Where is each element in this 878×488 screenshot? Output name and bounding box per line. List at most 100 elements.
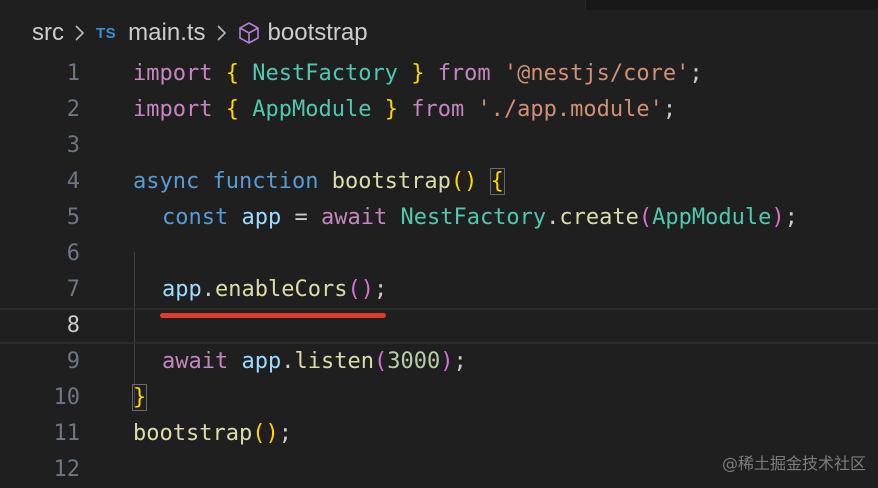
code-token: ) xyxy=(771,205,785,230)
code-token: ) xyxy=(440,349,454,374)
code-token: { xyxy=(225,61,239,86)
code-token: from xyxy=(437,61,491,86)
typescript-file-icon: TS xyxy=(96,24,117,42)
code-token: NestFactory xyxy=(400,205,547,230)
code-line[interactable]: 3 xyxy=(0,128,878,164)
code-token: './app.module' xyxy=(477,97,663,122)
code-token: ; xyxy=(689,61,703,86)
code-token: { xyxy=(489,168,505,195)
code-token: () xyxy=(347,277,374,302)
line-number: 11 xyxy=(53,421,81,446)
code-token: await xyxy=(320,205,388,230)
line-number: 9 xyxy=(66,349,80,374)
code-token: } xyxy=(411,61,425,86)
chevron-right-icon xyxy=(74,24,86,42)
line-number: 6 xyxy=(66,241,80,266)
chevron-right-icon xyxy=(216,24,228,42)
breadcrumb-file-main-ts[interactable]: TS main.ts xyxy=(96,19,206,47)
watermark: @稀土掘金技术社区 xyxy=(721,454,866,473)
breadcrumb: src TS main.ts bootstrap xyxy=(0,10,878,56)
code-line[interactable]: 5 const app = await NestFactory.create(Ap… xyxy=(0,200,878,236)
code-line[interactable]: 11 bootstrap(); xyxy=(0,416,878,452)
code-token: async xyxy=(133,169,200,194)
breadcrumb-symbol-bootstrap[interactable]: bootstrap xyxy=(238,19,368,47)
code-text[interactable]: bootstrap(); xyxy=(133,416,292,452)
line-number: 3 xyxy=(66,133,80,158)
code-token: from xyxy=(411,97,465,122)
line-number: 12 xyxy=(53,457,81,482)
code-text[interactable]: } xyxy=(131,380,148,416)
code-token: const xyxy=(162,205,229,230)
code-token: } xyxy=(384,97,398,122)
code-token: } xyxy=(131,384,148,411)
line-number: 2 xyxy=(66,97,80,122)
breadcrumb-symbol-label: bootstrap xyxy=(267,19,368,46)
code-text[interactable]: import { NestFactory } from '@nestjs/cor… xyxy=(133,56,703,92)
red-underline-annotation xyxy=(160,313,386,318)
code-token: import xyxy=(133,61,213,86)
code-token: listen xyxy=(294,349,374,374)
code-line[interactable]: 1 import { NestFactory } from '@nestjs/co… xyxy=(0,56,878,92)
code-line[interactable]: 2 import { AppModule } from './app.module… xyxy=(0,92,878,128)
code-line[interactable]: 9 await app.listen(3000); xyxy=(0,344,878,380)
code-token: ; xyxy=(662,97,677,122)
code-line[interactable]: 7 app.enableCors(); xyxy=(0,272,878,308)
cube-icon xyxy=(238,21,260,45)
code-text[interactable]: const app = await NestFactory.create(App… xyxy=(162,200,798,236)
code-token: ; xyxy=(784,205,798,230)
code-token: '@nestjs/core' xyxy=(503,61,690,86)
line-number: 5 xyxy=(66,205,80,230)
code-line[interactable]: 4 async function bootstrap() { xyxy=(0,164,878,200)
code-text[interactable]: app.enableCors(); xyxy=(162,272,387,308)
code-text[interactable]: async function bootstrap() { xyxy=(133,164,505,200)
code-token: create xyxy=(559,205,639,230)
code-editor[interactable]: 1 import { NestFactory } from '@nestjs/co… xyxy=(0,56,878,482)
code-text[interactable]: import { AppModule } from './app.module'… xyxy=(133,92,676,128)
code-token: = xyxy=(281,205,321,230)
code-token: 3000 xyxy=(387,349,441,374)
code-text[interactable]: await app.listen(3000); xyxy=(162,344,467,380)
code-line[interactable]: 8 xyxy=(0,308,878,344)
code-token: ; xyxy=(453,349,467,374)
code-token: { xyxy=(225,97,239,122)
code-token: app xyxy=(162,277,202,302)
breadcrumb-folder-label: src xyxy=(32,19,64,46)
code-token: ; xyxy=(278,421,292,446)
code-token: app xyxy=(241,349,282,374)
code-token: function xyxy=(212,169,319,194)
code-token: NestFactory xyxy=(252,61,398,86)
active-tab[interactable] xyxy=(0,0,586,10)
line-number: 1 xyxy=(66,61,80,86)
code-line[interactable]: 10} xyxy=(0,380,878,416)
code-token: . xyxy=(546,205,560,230)
code-line[interactable]: 6 xyxy=(0,236,878,272)
tab-strip xyxy=(0,0,878,10)
code-token: ( xyxy=(638,205,653,230)
breadcrumb-folder-src[interactable]: src xyxy=(32,19,64,47)
code-token: () xyxy=(252,421,279,446)
code-token: bootstrap xyxy=(133,421,253,446)
line-number: 4 xyxy=(66,169,80,194)
code-token: app xyxy=(241,205,282,230)
code-token: bootstrap xyxy=(331,169,451,194)
line-number: 7 xyxy=(66,277,80,302)
code-token: AppModule xyxy=(252,97,372,122)
breadcrumb-file-label: main.ts xyxy=(128,19,206,46)
code-token: import xyxy=(133,97,213,122)
line-number: 10 xyxy=(53,385,81,410)
code-token: ( xyxy=(373,349,388,374)
